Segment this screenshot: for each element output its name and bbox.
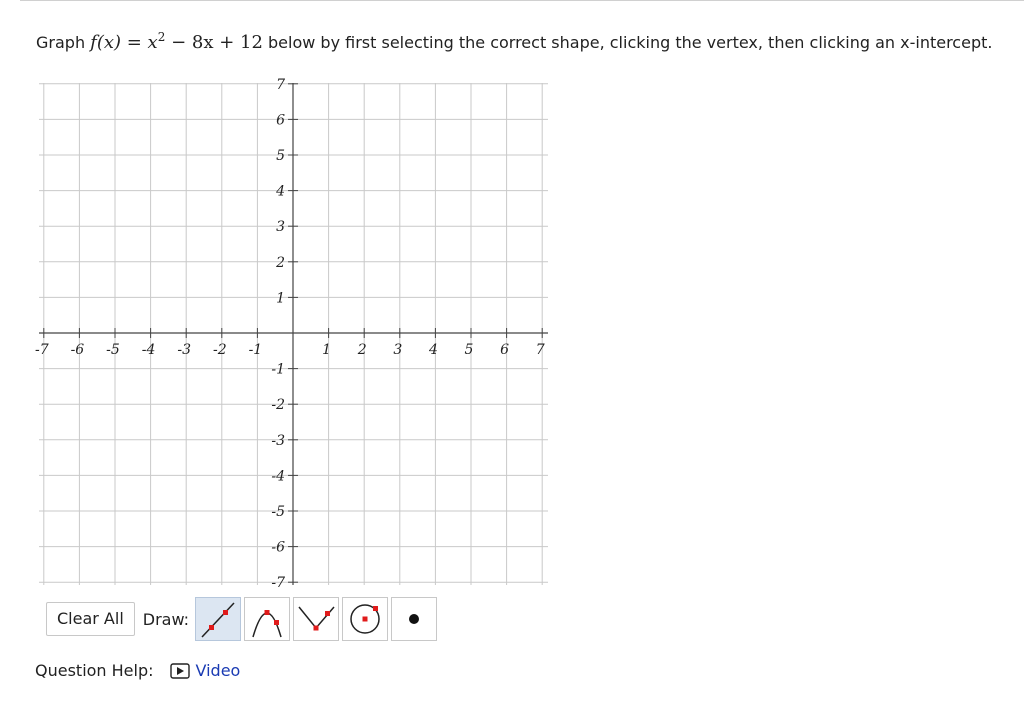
x-tick-label: -3 — [177, 342, 191, 358]
y-tick-label: -1 — [271, 362, 285, 378]
x-tick-label: -1 — [249, 342, 263, 358]
parabola-down-icon — [252, 610, 282, 638]
parabola-tool-button[interactable] — [244, 597, 291, 641]
x-tick-label: 5 — [465, 342, 474, 358]
y-tick-label: 5 — [276, 148, 285, 164]
draw-toolbar: Clear All Draw: — [46, 597, 440, 641]
vee-icon — [298, 606, 335, 631]
x-tick-label: 2 — [357, 342, 367, 358]
x-tick-label: -7 — [35, 342, 49, 358]
question-help-label: Question Help: — [35, 661, 154, 680]
x-tick-label: -2 — [213, 342, 227, 358]
y-tick-label: -3 — [271, 433, 285, 449]
line-tool-button[interactable] — [195, 597, 242, 641]
x-tick-label: 1 — [322, 342, 331, 358]
y-tick-label: -7 — [271, 575, 285, 591]
play-video-icon — [169, 662, 190, 679]
y-tick-label: 3 — [276, 219, 285, 235]
y-tick-label: 1 — [276, 290, 285, 306]
x-tick-label: 7 — [536, 342, 545, 358]
draw-label: Draw: — [142, 609, 190, 629]
question-help: Question Help: Video — [35, 661, 240, 680]
point-icon — [409, 614, 420, 624]
absolute-value-tool-button[interactable] — [293, 597, 340, 641]
point-tool-button[interactable] — [391, 597, 438, 641]
x-tick-label: -4 — [142, 342, 156, 358]
circle-tool-button[interactable] — [342, 597, 389, 641]
y-tick-label: 6 — [276, 112, 285, 128]
x-tick-label: -5 — [106, 342, 120, 358]
video-link-label: Video — [195, 661, 241, 680]
x-tick-label: 4 — [428, 342, 438, 358]
y-tick-label: 7 — [276, 77, 285, 93]
y-tick-label: -6 — [271, 540, 285, 556]
clear-all-button[interactable]: Clear All — [46, 602, 135, 636]
y-tick-label: -4 — [271, 468, 285, 484]
coordinate-graph[interactable]: -7 -6 -5 -4 -3 -2 -1 1 2 3 4 5 6 7 7 6 5 4 3 2 1 -1 -2 -3 -4 -5 -6… — [0, 0, 1024, 604]
y-tick-label: 2 — [275, 255, 285, 271]
x-tick-label: 6 — [500, 342, 509, 358]
graph-canvas[interactable]: -7 -6 -5 -4 -3 -2 -1 1 2 3 4 5 6 7 7 6 5 4 3 2 1 -1 -2 -3 -4 -5 -6… — [0, 0, 1024, 600]
line-icon — [201, 602, 235, 638]
video-link[interactable]: Video — [169, 661, 241, 680]
x-tick-label: 3 — [393, 342, 402, 358]
y-tick-label: 4 — [275, 184, 285, 200]
circle-icon — [350, 604, 380, 634]
x-tick-label: -6 — [71, 342, 85, 358]
y-tick-label: -2 — [271, 397, 285, 413]
y-tick-label: -5 — [271, 504, 285, 520]
